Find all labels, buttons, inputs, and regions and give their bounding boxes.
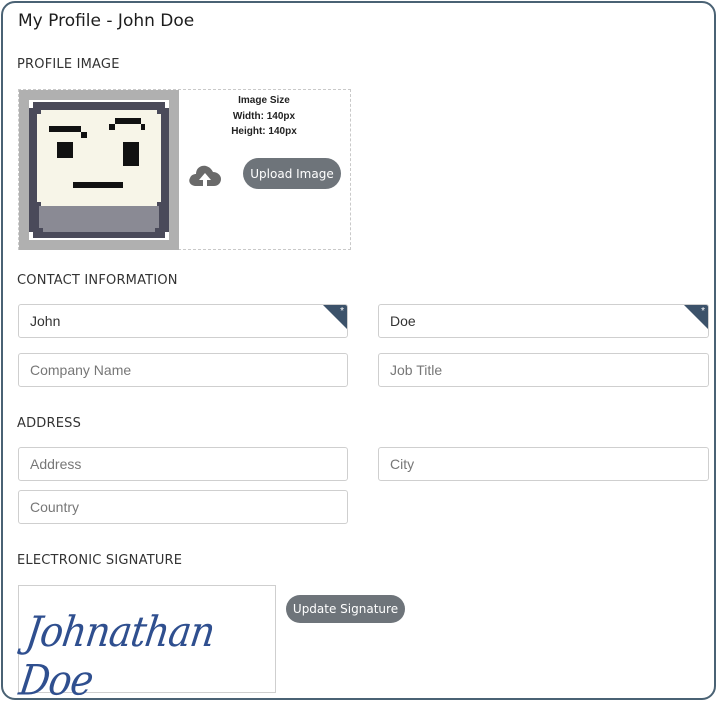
image-size-heading: Image Size (238, 95, 290, 106)
required-star: * (340, 306, 344, 317)
first-name-field[interactable]: * (18, 304, 348, 338)
city-input[interactable] (379, 448, 708, 480)
required-star: * (701, 306, 705, 317)
city-field[interactable] (378, 447, 709, 481)
image-size-height: Height: 140px (231, 126, 297, 137)
contact-information-label: CONTACT INFORMATION (17, 273, 178, 288)
address-label: ADDRESS (17, 416, 82, 431)
profile-panel: My Profile - John Doe PROFILE IMAGE Imag… (1, 1, 716, 701)
company-name-input[interactable] (19, 354, 347, 386)
pixel-face-icon (29, 100, 169, 240)
address-field[interactable] (18, 447, 348, 481)
profile-image-label: PROFILE IMAGE (17, 57, 120, 72)
company-name-field[interactable] (18, 353, 348, 387)
cloud-upload-icon[interactable] (187, 162, 223, 188)
image-size-width: Width: 140px (232, 110, 296, 122)
avatar (19, 90, 179, 250)
country-input[interactable] (19, 491, 347, 523)
page-title: My Profile - John Doe (18, 11, 195, 31)
first-name-input[interactable] (19, 305, 347, 337)
last-name-input[interactable] (379, 305, 708, 337)
upload-image-button[interactable]: Upload Image (243, 158, 341, 189)
update-signature-button[interactable]: Update Signature (286, 595, 405, 623)
job-title-input[interactable] (379, 354, 708, 386)
profile-image-dropzone[interactable]: Image Size Width: 140px Height: 140px Up… (18, 89, 351, 250)
image-size-info: Image Size Width: 140px Height: 140px (214, 93, 314, 140)
signature-image: Johnathan Doe (16, 607, 218, 701)
last-name-field[interactable]: * (378, 304, 709, 338)
signature-box: Johnathan Doe (16, 585, 276, 701)
electronic-signature-label: ELECTRONIC SIGNATURE (17, 553, 183, 568)
job-title-field[interactable] (378, 353, 709, 387)
address-input[interactable] (19, 448, 347, 480)
country-field[interactable] (18, 490, 348, 524)
